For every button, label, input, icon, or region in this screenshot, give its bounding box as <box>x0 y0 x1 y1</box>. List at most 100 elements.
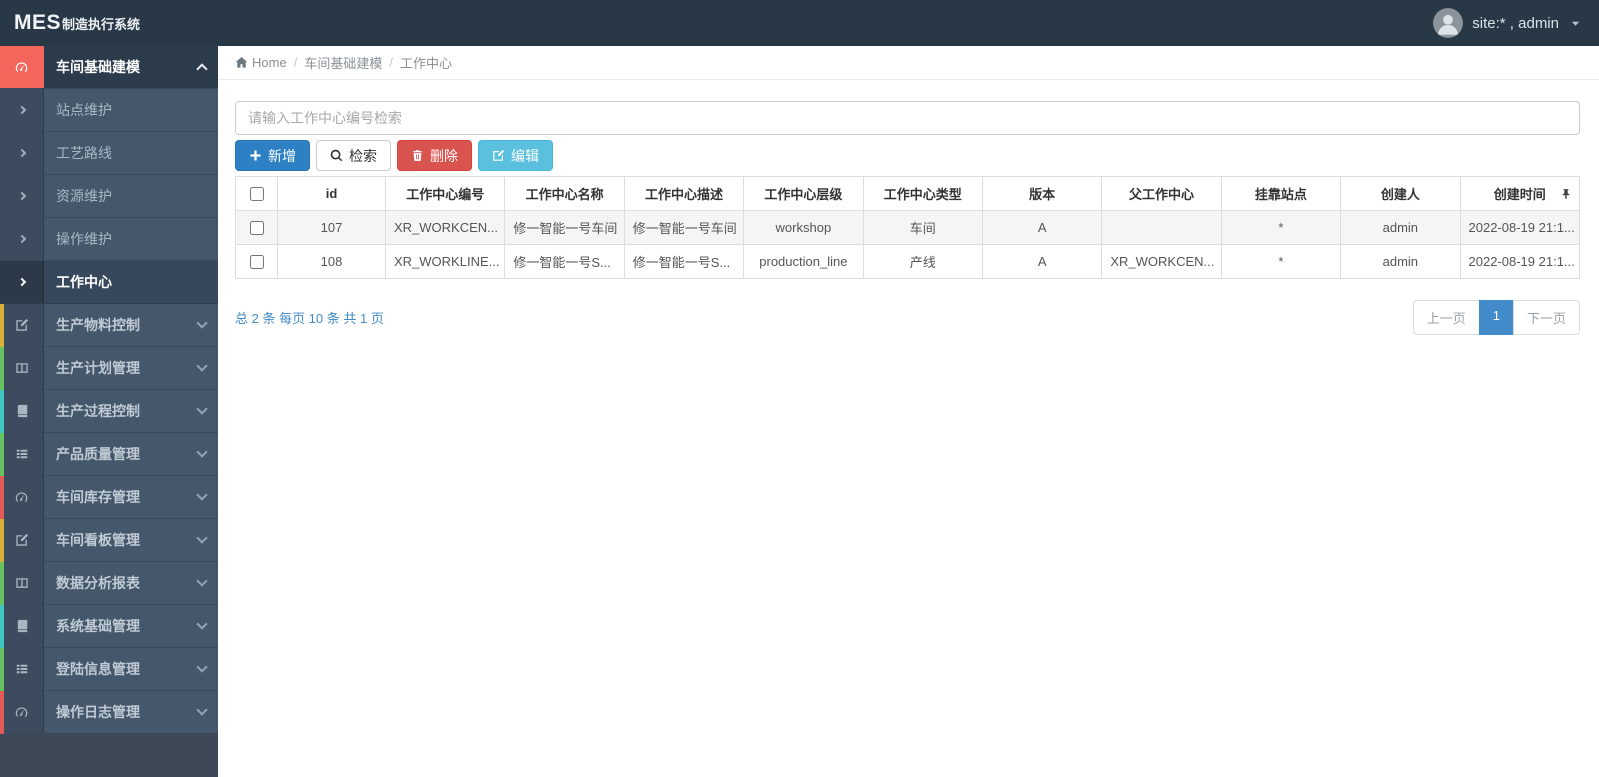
color-strip <box>0 304 4 347</box>
chevron-down-icon <box>196 403 208 415</box>
content: 新增 检索 删除 编辑 id 工作中心编号 工作中心名称 工作中心描述 工作中心层级 工作中心类… <box>218 80 1599 335</box>
sidebar-item-label: 生产计划管理 <box>56 360 140 376</box>
sidebar-subitem-label: 工艺路线 <box>56 145 112 161</box>
cell: A <box>981 210 1103 245</box>
delete-button[interactable]: 删除 <box>397 140 472 171</box>
page-1-button[interactable]: 1 <box>1478 300 1514 335</box>
sidebar-item-label: 登陆信息管理 <box>56 661 140 677</box>
chevron-down-icon <box>196 532 208 544</box>
search-input[interactable] <box>235 101 1580 135</box>
column-header[interactable]: 创建时间 <box>1459 176 1581 211</box>
cell: 修一智能一号车间 <box>623 210 745 245</box>
sidebar-item[interactable]: 产品质量管理 <box>0 433 218 476</box>
search-button[interactable]: 检索 <box>316 140 391 171</box>
cell: 107 <box>277 210 386 245</box>
column-header[interactable]: 工作中心编号 <box>384 176 506 211</box>
column-header[interactable]: id <box>277 176 386 211</box>
select-all-checkbox[interactable] <box>249 187 264 202</box>
column-header-label: 创建人 <box>1380 187 1420 202</box>
column-header[interactable]: 创建人 <box>1340 176 1461 211</box>
column-header[interactable]: 工作中心描述 <box>623 176 745 211</box>
sidebar-item[interactable]: 车间库存管理 <box>0 476 218 519</box>
breadcrumb-item-current: 工作中心 <box>399 56 452 71</box>
breadcrumb-separator: / <box>389 55 393 70</box>
column-header-label: 工作中心类型 <box>883 187 962 202</box>
cell: 修一智能一号车间 <box>504 210 625 245</box>
column-header[interactable]: 版本 <box>981 176 1103 211</box>
table-row: 107 XR_WORKCEN... 修一智能一号车间 修一智能一号车间 workshop… <box>235 210 1581 245</box>
add-button[interactable]: 新增 <box>235 140 310 171</box>
column-header-label: 工作中心层级 <box>764 187 843 202</box>
book-icon <box>0 605 44 647</box>
sidebar-item[interactable]: 车间看板管理 <box>0 519 218 562</box>
sidebar-item-label: 数据分析报表 <box>56 575 140 591</box>
sidebar-item[interactable]: 数据分析报表 <box>0 562 218 605</box>
sidebar-subitem-label: 资源维护 <box>56 188 112 204</box>
pencil-square-icon <box>0 304 44 346</box>
cell: XR_WORKLINE... <box>384 244 506 279</box>
column-header-label: 挂靠站点 <box>1254 187 1307 202</box>
user-menu[interactable]: site:* , admin <box>1433 8 1581 38</box>
sidebar-subitem-label: 站点维护 <box>56 102 112 118</box>
table-header-row: id 工作中心编号 工作中心名称 工作中心描述 工作中心层级 工作中心类型 版本 父工作中心 挂… <box>235 176 1581 211</box>
column-header-label: 版本 <box>1029 187 1056 202</box>
home-icon <box>235 56 248 69</box>
cell: XR_WORKCEN... <box>1101 244 1222 279</box>
cell: 产线 <box>862 244 983 279</box>
sidebar-subitem[interactable]: 资源维护 <box>0 175 218 218</box>
column-header[interactable]: 工作中心类型 <box>862 176 983 211</box>
pagination-summary[interactable]: 总 2 条 每页 10 条 共 1 页 <box>235 308 384 327</box>
color-strip <box>0 648 4 691</box>
sidebar-subitem[interactable]: 站点维护 <box>0 89 218 132</box>
breadcrumb-home[interactable]: Home <box>252 55 287 70</box>
toolbar: 新增 检索 删除 编辑 <box>235 140 1580 171</box>
row-checkbox[interactable] <box>249 221 264 236</box>
edit-button[interactable]: 编辑 <box>478 140 553 171</box>
sidebar-item-label: 系统基础管理 <box>56 618 140 634</box>
sidebar-item[interactable]: 生产计划管理 <box>0 347 218 390</box>
trash-icon <box>411 149 424 162</box>
column-header-label: 父工作中心 <box>1129 187 1195 202</box>
color-strip <box>0 433 4 476</box>
row-checkbox[interactable] <box>249 255 264 270</box>
sidebar-item[interactable]: 生产过程控制 <box>0 390 218 433</box>
user-avatar <box>1433 8 1464 38</box>
sidebar-subitem[interactable]: 工艺路线 <box>0 132 218 175</box>
row-select-cell <box>235 244 278 279</box>
pin-icon[interactable] <box>1560 188 1572 200</box>
columns-icon <box>0 562 44 604</box>
column-header[interactable]: 父工作中心 <box>1101 176 1222 211</box>
sidebar-subitem[interactable]: 操作维护 <box>0 218 218 261</box>
sidebar-menu: 车间基础建模站点维护工艺路线资源维护操作维护 工作中心 生产物料控制生产计划管理 生产… <box>0 46 218 734</box>
gauge-icon <box>0 476 44 518</box>
cell: * <box>1220 210 1342 245</box>
prev-page-button[interactable]: 上一页 <box>1412 300 1480 335</box>
layout: 车间基础建模 站点维护 工艺路线 资源维护 操作维护 工作中心 生产物料控制 生产计划管理 生产… <box>0 46 1599 777</box>
cell: 2022-08-19 21:1... <box>1459 210 1581 245</box>
column-header[interactable]: 工作中心层级 <box>743 176 864 211</box>
sidebar-filler <box>0 734 218 777</box>
cell: A <box>981 244 1103 279</box>
chevron-down-icon <box>196 317 208 329</box>
chevron-right-icon <box>0 261 44 303</box>
sidebar-subitem[interactable]: 工作中心 <box>0 261 218 304</box>
book-icon <box>0 390 44 432</box>
column-header-label: 工作中心名称 <box>525 187 604 202</box>
sidebar-item[interactable]: 登陆信息管理 <box>0 648 218 691</box>
cell: XR_WORKCEN... <box>384 210 506 245</box>
column-header[interactable]: 挂靠站点 <box>1220 176 1342 211</box>
column-header[interactable]: 工作中心名称 <box>504 176 625 211</box>
sidebar-item[interactable]: 系统基础管理 <box>0 605 218 648</box>
sidebar-item-label: 生产过程控制 <box>56 403 140 419</box>
table-row: 108 XR_WORKLINE... 修一智能一号S... 修一智能一号S... pro… <box>235 244 1581 279</box>
sidebar-item[interactable]: 车间基础建模 <box>0 46 218 89</box>
next-page-button[interactable]: 下一页 <box>1512 300 1580 335</box>
breadcrumb-item[interactable]: 车间基础建模 <box>304 53 382 72</box>
sidebar-item[interactable]: 生产物料控制 <box>0 304 218 347</box>
sidebar: 车间基础建模站点维护工艺路线资源维护操作维护 工作中心 生产物料控制生产计划管理 生产… <box>0 46 218 777</box>
chevron-up-icon <box>196 63 208 75</box>
chevron-down-icon <box>196 618 208 630</box>
pencil-square-icon <box>0 519 44 561</box>
row-select-cell <box>235 210 278 245</box>
sidebar-item[interactable]: 操作日志管理 <box>0 691 218 734</box>
